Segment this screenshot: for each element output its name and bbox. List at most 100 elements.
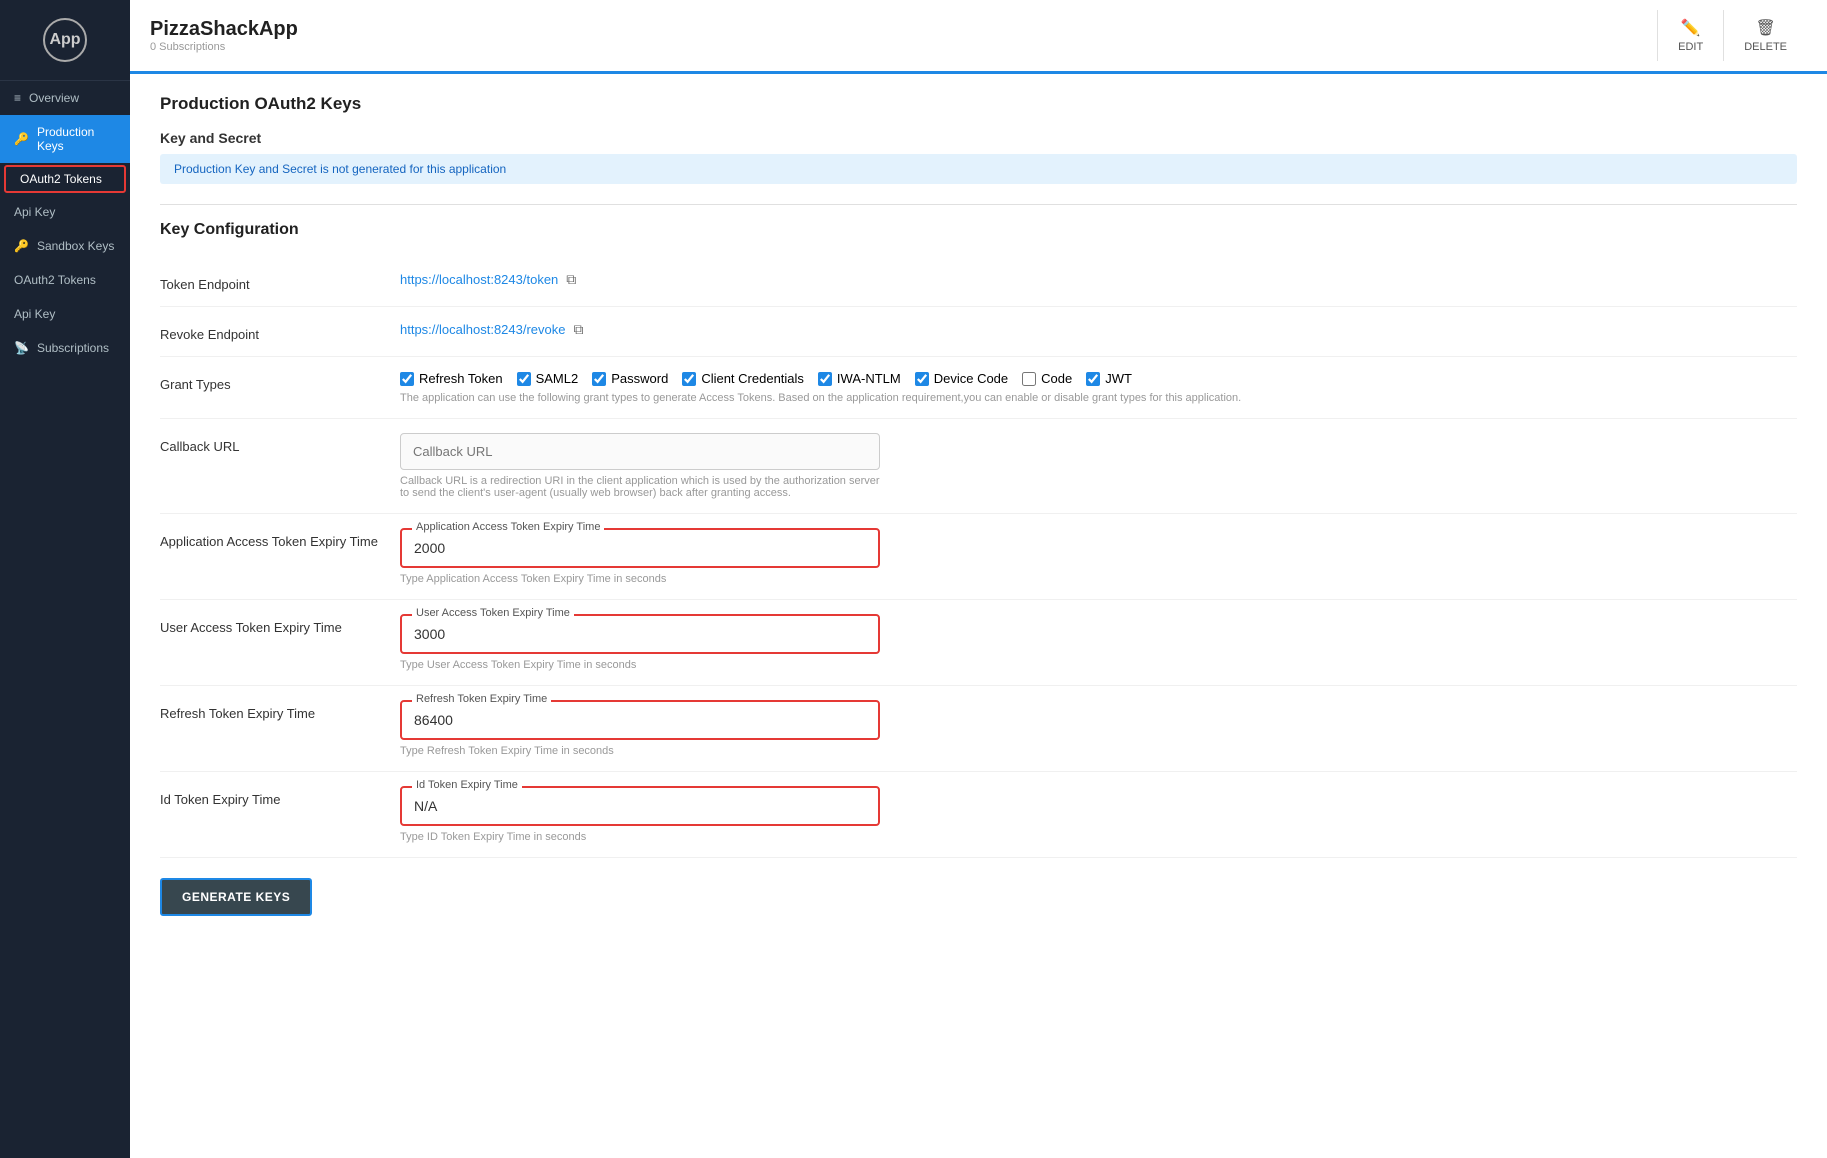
sidebar-item-api-key-sandbox[interactable]: Api Key	[0, 297, 130, 331]
grant-type-checkbox-device_code[interactable]	[915, 372, 929, 386]
sidebar: App ≡ Overview 🔑 Production Keys OAuth2 …	[0, 0, 130, 1158]
callback-url-label: Callback URL	[160, 433, 380, 454]
user-access-token-expiry-label: User Access Token Expiry Time	[160, 614, 380, 635]
edit-label: EDIT	[1678, 41, 1703, 53]
id-token-expiry-note: Type ID Token Expiry Time in seconds	[400, 831, 1797, 843]
sidebar-item-sandbox-keys[interactable]: 🔑 Sandbox Keys	[0, 229, 130, 263]
grant-type-checkbox-iwa_ntlm[interactable]	[818, 372, 832, 386]
info-message: Production Key and Secret is not generat…	[160, 154, 1797, 184]
app-access-token-expiry-note: Type Application Access Token Expiry Tim…	[400, 573, 1797, 585]
callback-url-note: Callback URL is a redirection URI in the…	[400, 475, 880, 499]
main-content: PizzaShackApp 0 Subscriptions ✏️ EDIT 🗑 …	[130, 0, 1827, 1158]
refresh-token-expiry-input[interactable]	[402, 702, 878, 738]
app-subtitle: 0 Subscriptions	[150, 41, 298, 53]
edit-icon: ✏️	[1681, 18, 1701, 38]
revoke-endpoint-label: Revoke Endpoint	[160, 321, 380, 342]
user-access-token-expiry-input[interactable]	[402, 616, 878, 652]
grant-type-label-device_code: Device Code	[934, 371, 1008, 386]
grant-types-label: Grant Types	[160, 371, 380, 392]
grant-types-row: Grant Types Refresh Token SAML2 Password Cl…	[160, 357, 1797, 419]
grant-type-checkbox-saml2[interactable]	[517, 372, 531, 386]
sidebar-item-production-keys[interactable]: 🔑 Production Keys	[0, 115, 130, 163]
grant-type-item-code: Code	[1022, 371, 1072, 386]
sidebar-logo: App	[0, 0, 130, 81]
refresh-token-expiry-group: Refresh Token Expiry Time Type Refresh T…	[400, 700, 1797, 757]
grant-type-checkbox-password[interactable]	[592, 372, 606, 386]
user-access-token-expiry-wrapper: User Access Token Expiry Time	[400, 614, 880, 654]
user-access-token-expiry-note: Type User Access Token Expiry Time in se…	[400, 659, 1797, 671]
id-token-expiry-field-label: Id Token Expiry Time	[412, 779, 522, 791]
app-access-token-expiry-input[interactable]	[402, 530, 878, 566]
sidebar-item-label: Api Key	[14, 307, 55, 321]
grant-type-item-saml2: SAML2	[517, 371, 579, 386]
top-header: PizzaShackApp 0 Subscriptions ✏️ EDIT 🗑 …	[130, 0, 1827, 74]
user-access-token-field-label: User Access Token Expiry Time	[412, 607, 574, 619]
grant-types-note: The application can use the following gr…	[400, 392, 1797, 404]
revoke-endpoint-row: Revoke Endpoint https://localhost:8243/r…	[160, 307, 1797, 357]
id-token-expiry-input[interactable]	[402, 788, 878, 824]
sidebar-item-oauth2-tokens-sandbox[interactable]: OAuth2 Tokens	[0, 263, 130, 297]
sidebar-item-label: Api Key	[14, 205, 55, 219]
id-token-expiry-wrapper: Id Token Expiry Time	[400, 786, 880, 826]
sidebar-item-label: OAuth2 Tokens	[20, 172, 102, 186]
callback-url-group: Callback URL is a redirection URI in the…	[400, 433, 1797, 499]
grant-type-item-iwa_ntlm: IWA-NTLM	[818, 371, 901, 386]
grant-types-container: Refresh Token SAML2 Password Client Credent…	[400, 371, 1797, 386]
generate-keys-button[interactable]: GENERATE KEYS	[160, 878, 312, 916]
app-title-section: PizzaShackApp 0 Subscriptions	[150, 18, 298, 53]
config-section-title: Key Configuration	[160, 221, 1797, 239]
app-access-token-expiry-label: Application Access Token Expiry Time	[160, 528, 380, 549]
grant-type-checkbox-refresh_token[interactable]	[400, 372, 414, 386]
grant-type-checkbox-client_credentials[interactable]	[682, 372, 696, 386]
id-token-expiry-label: Id Token Expiry Time	[160, 786, 380, 807]
sidebar-item-label: Overview	[29, 91, 79, 105]
refresh-token-expiry-label: Refresh Token Expiry Time	[160, 700, 380, 721]
grant-type-item-device_code: Device Code	[915, 371, 1008, 386]
sidebar-item-label: Production Keys	[37, 125, 116, 153]
grant-type-item-jwt: JWT	[1086, 371, 1132, 386]
copy-token-endpoint-icon[interactable]: ⧉	[566, 271, 576, 288]
grant-type-label-refresh_token: Refresh Token	[419, 371, 503, 386]
sidebar-item-label: Subscriptions	[37, 341, 109, 355]
page-title: Production OAuth2 Keys	[160, 94, 1797, 114]
production-keys-icon: 🔑	[14, 132, 29, 146]
refresh-token-expiry-field-label: Refresh Token Expiry Time	[412, 693, 551, 705]
refresh-token-expiry-wrapper: Refresh Token Expiry Time	[400, 700, 880, 740]
refresh-token-expiry-note: Type Refresh Token Expiry Time in second…	[400, 745, 1797, 757]
sidebar-item-subscriptions[interactable]: 📡 Subscriptions	[0, 331, 130, 365]
sidebar-item-oauth2-tokens[interactable]: OAuth2 Tokens	[4, 165, 126, 193]
grant-type-label-jwt: JWT	[1105, 371, 1132, 386]
sidebar-item-api-key[interactable]: Api Key	[0, 195, 130, 229]
app-access-token-field-label: Application Access Token Expiry Time	[412, 521, 604, 533]
header-actions: ✏️ EDIT 🗑 DELETE	[1657, 10, 1807, 61]
copy-revoke-endpoint-icon[interactable]: ⧉	[574, 321, 584, 338]
app-access-token-expiry-group: Application Access Token Expiry Time Typ…	[400, 528, 1797, 585]
app-title: PizzaShackApp	[150, 18, 298, 41]
grant-type-checkbox-code[interactable]	[1022, 372, 1036, 386]
revoke-endpoint-url: https://localhost:8243/revoke	[400, 322, 566, 337]
logo-text: App	[49, 31, 80, 49]
grant-type-item-password: Password	[592, 371, 668, 386]
token-endpoint-value: https://localhost:8243/token ⧉	[400, 271, 1797, 288]
token-endpoint-url: https://localhost:8243/token	[400, 272, 558, 287]
grant-type-label-code: Code	[1041, 371, 1072, 386]
section-divider-1	[160, 204, 1797, 205]
callback-url-input[interactable]	[400, 433, 880, 470]
sidebar-item-overview[interactable]: ≡ Overview	[0, 81, 130, 115]
id-token-expiry-group: Id Token Expiry Time Type ID Token Expir…	[400, 786, 1797, 843]
grant-type-label-client_credentials: Client Credentials	[701, 371, 804, 386]
app-access-token-expiry-row: Application Access Token Expiry Time App…	[160, 514, 1797, 600]
grant-type-item-refresh_token: Refresh Token	[400, 371, 503, 386]
subscriptions-icon: 📡	[14, 341, 29, 355]
refresh-token-expiry-row: Refresh Token Expiry Time Refresh Token …	[160, 686, 1797, 772]
delete-icon: 🗑	[1755, 18, 1775, 38]
edit-button[interactable]: ✏️ EDIT	[1657, 10, 1723, 61]
key-secret-section-title: Key and Secret	[160, 130, 1797, 146]
token-endpoint-row: Token Endpoint https://localhost:8243/to…	[160, 257, 1797, 307]
revoke-endpoint-value: https://localhost:8243/revoke ⧉	[400, 321, 1797, 338]
token-endpoint-label: Token Endpoint	[160, 271, 380, 292]
grant-type-item-client_credentials: Client Credentials	[682, 371, 804, 386]
delete-button[interactable]: 🗑 DELETE	[1723, 10, 1807, 61]
grant-type-checkbox-jwt[interactable]	[1086, 372, 1100, 386]
grant-type-label-iwa_ntlm: IWA-NTLM	[837, 371, 901, 386]
